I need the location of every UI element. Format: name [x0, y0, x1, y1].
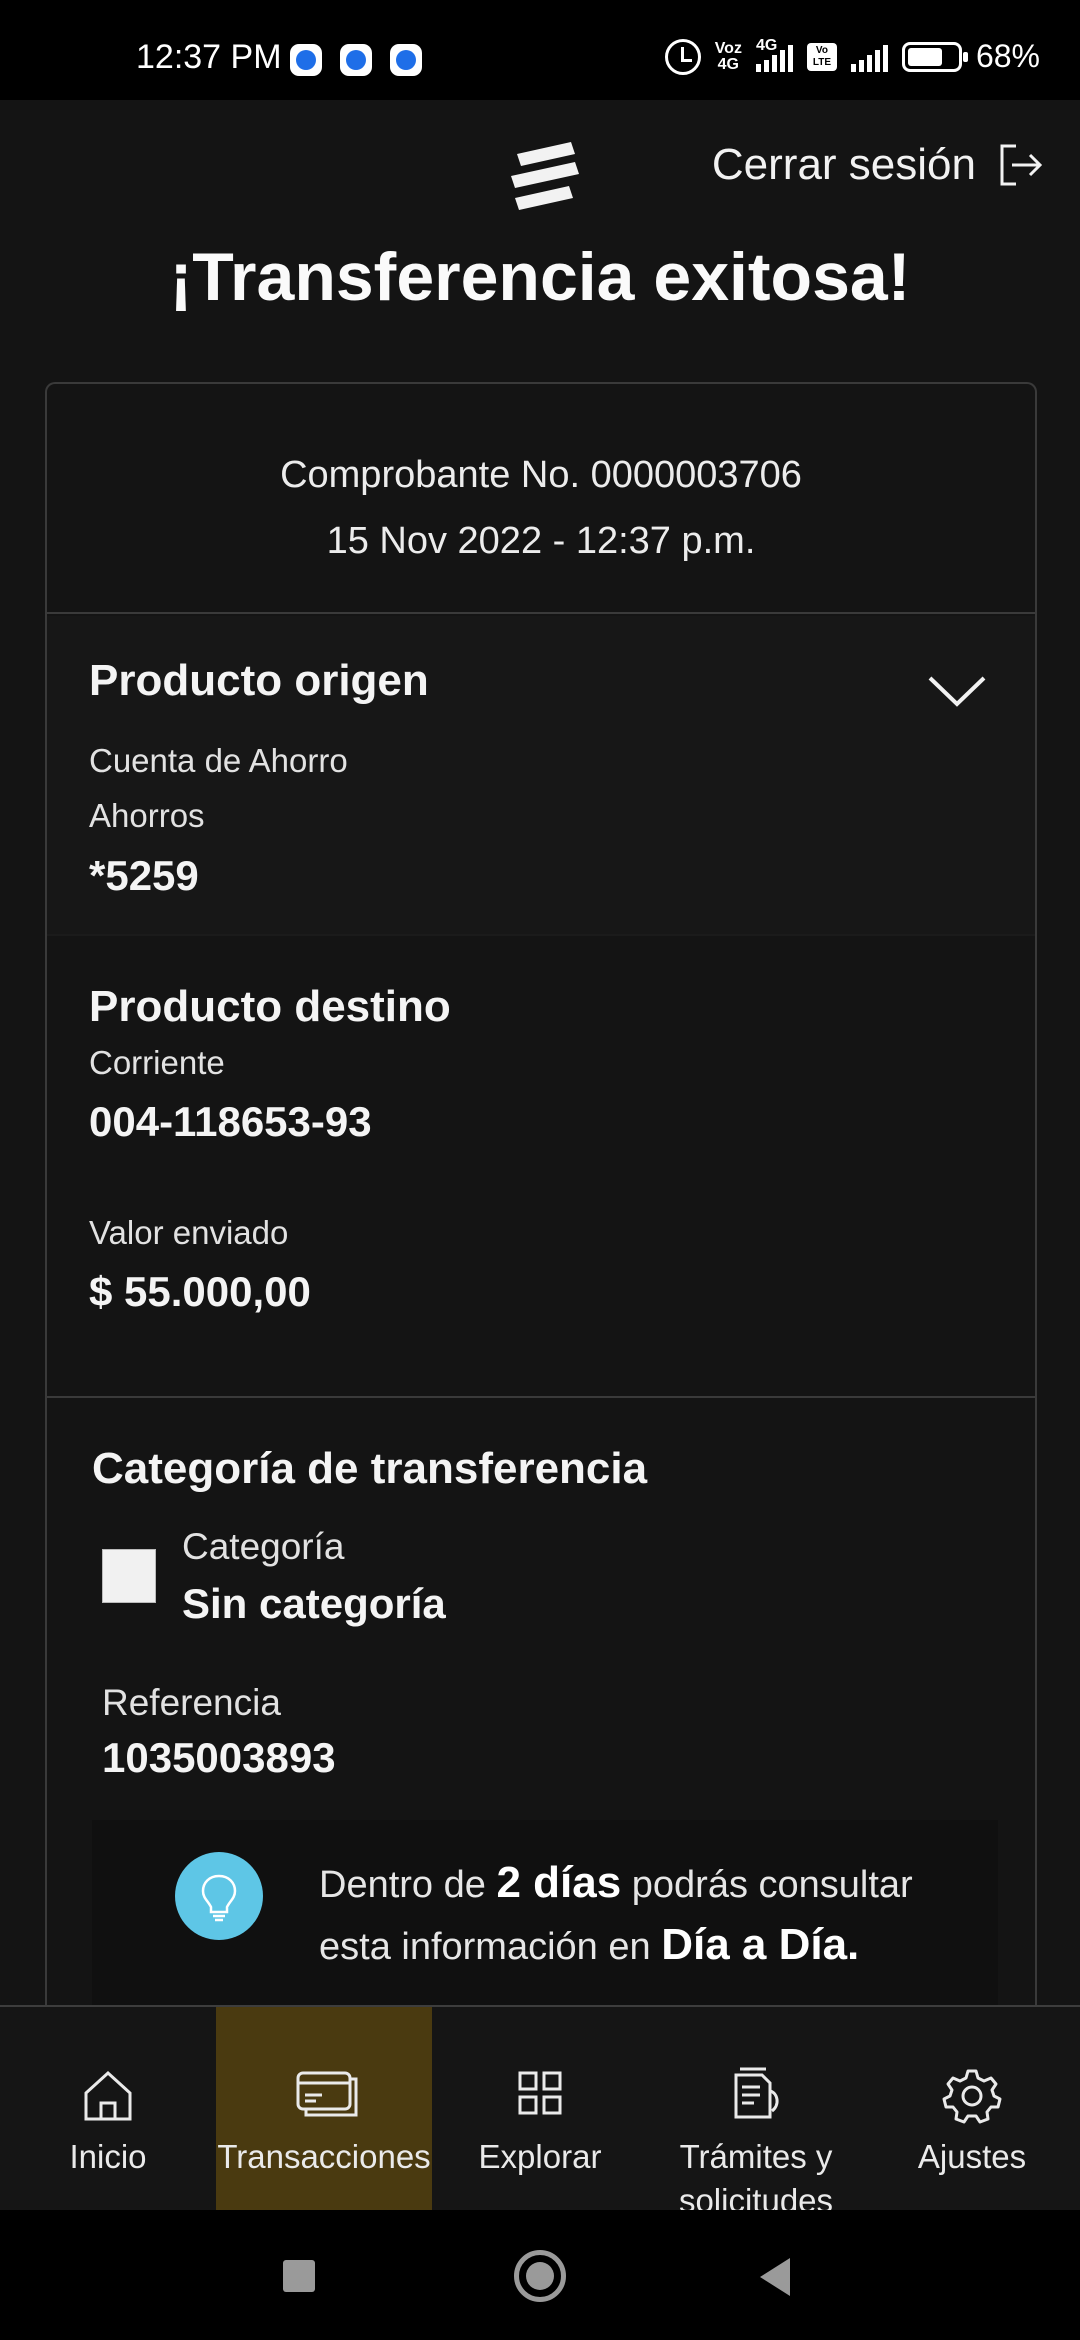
- bank-logo: [511, 142, 579, 210]
- receipt-number: Comprobante No. 0000003706: [280, 454, 802, 496]
- reference-value: 1035003893: [102, 1734, 336, 1781]
- receipt-card: Comprobante No. 0000003706 15 Nov 2022 -…: [45, 382, 1037, 2030]
- lightbulb-icon: [175, 1852, 263, 1940]
- nav-label-inicio: Inicio: [69, 2138, 147, 2175]
- lte-icon: Vo LTE: [806, 42, 837, 71]
- nav-label-transacciones: Transacciones: [217, 2138, 431, 2175]
- origin-account-type: Cuenta de Ahorro: [89, 742, 348, 779]
- signal-icon-2: [850, 42, 888, 72]
- destination-account-number: 004-118653-93: [89, 1098, 372, 1145]
- back-button[interactable]: [760, 2258, 790, 2296]
- nav-explorar[interactable]: Explorar: [432, 2007, 648, 2210]
- logout-button[interactable]: Cerrar sesión: [712, 140, 1044, 190]
- home-icon: [84, 2070, 132, 2121]
- page-title: ¡Transferencia exitosa!: [169, 239, 911, 315]
- logout-icon: [1000, 144, 1043, 186]
- phone-notification-icon-2: [390, 44, 422, 76]
- section-divider: [47, 1396, 1035, 1398]
- destination-account-type: Corriente: [89, 1044, 225, 1081]
- amount-value: $ 55.000,00: [89, 1268, 311, 1315]
- receipt-header: Comprobante No. 0000003706 15 Nov 2022 -…: [47, 384, 1035, 614]
- phone-notification-icon: [340, 44, 372, 76]
- volte-indicator: Voz 4G: [714, 39, 742, 73]
- tip-line-1: Dentro de 2 días podrás consultar: [319, 1858, 913, 1907]
- alarm-icon: [664, 38, 701, 75]
- card-icon: [296, 2071, 358, 2117]
- status-bar: 12:37 PM Voz 4G 4G Vo LTE 68%: [0, 0, 1080, 100]
- message-notification-icon: [290, 44, 322, 76]
- nav-label-explorar: Explorar: [478, 2138, 602, 2175]
- bottom-navigation: Inicio Transacciones Explorar Trámites y…: [0, 2005, 1080, 2219]
- battery-icon: [901, 41, 968, 72]
- gear-icon: [942, 2069, 1002, 2124]
- category-label: Categoría: [182, 1526, 345, 1567]
- nav-ajustes[interactable]: Ajustes: [864, 2007, 1080, 2210]
- document-icon: [734, 2067, 779, 2119]
- origin-account-subtype: Ahorros: [89, 797, 205, 834]
- receipt-date: 15 Nov 2022 - 12:37 p.m.: [326, 520, 756, 562]
- signal-icon: 4G: [755, 37, 793, 72]
- reference-label: Referencia: [102, 1682, 281, 1723]
- tip-line-2: esta información en Día a Día.: [319, 1920, 860, 1969]
- category-heading: Categoría de transferencia: [92, 1444, 648, 1493]
- grid-icon: [518, 2071, 562, 2115]
- origin-product-section[interactable]: Producto origen Cuenta de Ahorro Ahorros…: [47, 616, 1035, 936]
- package-icon: [102, 1549, 156, 1603]
- origin-account-number: *5259: [89, 852, 199, 899]
- logout-label: Cerrar sesión: [711, 140, 976, 189]
- status-indicators: Voz 4G 4G Vo LTE 68%: [664, 37, 1040, 75]
- category-value: Sin categoría: [182, 1580, 446, 1627]
- destination-heading: Producto destino: [89, 982, 451, 1031]
- amount-label: Valor enviado: [89, 1214, 289, 1251]
- nav-label-ajustes: Ajustes: [917, 2138, 1027, 2175]
- recents-button[interactable]: [283, 2260, 315, 2292]
- origin-heading: Producto origen: [89, 656, 429, 705]
- chevron-down-icon[interactable]: [927, 674, 987, 708]
- home-button[interactable]: [514, 2250, 566, 2302]
- battery-level: 68%: [975, 38, 1040, 74]
- nav-transacciones[interactable]: Transacciones: [216, 2007, 432, 2210]
- nav-inicio[interactable]: Inicio: [0, 2007, 216, 2210]
- system-navigation-bar: [0, 2210, 1080, 2340]
- status-time: 12:37 PM: [136, 38, 282, 76]
- nav-tramites[interactable]: Trámites y solicitudes: [648, 2007, 864, 2219]
